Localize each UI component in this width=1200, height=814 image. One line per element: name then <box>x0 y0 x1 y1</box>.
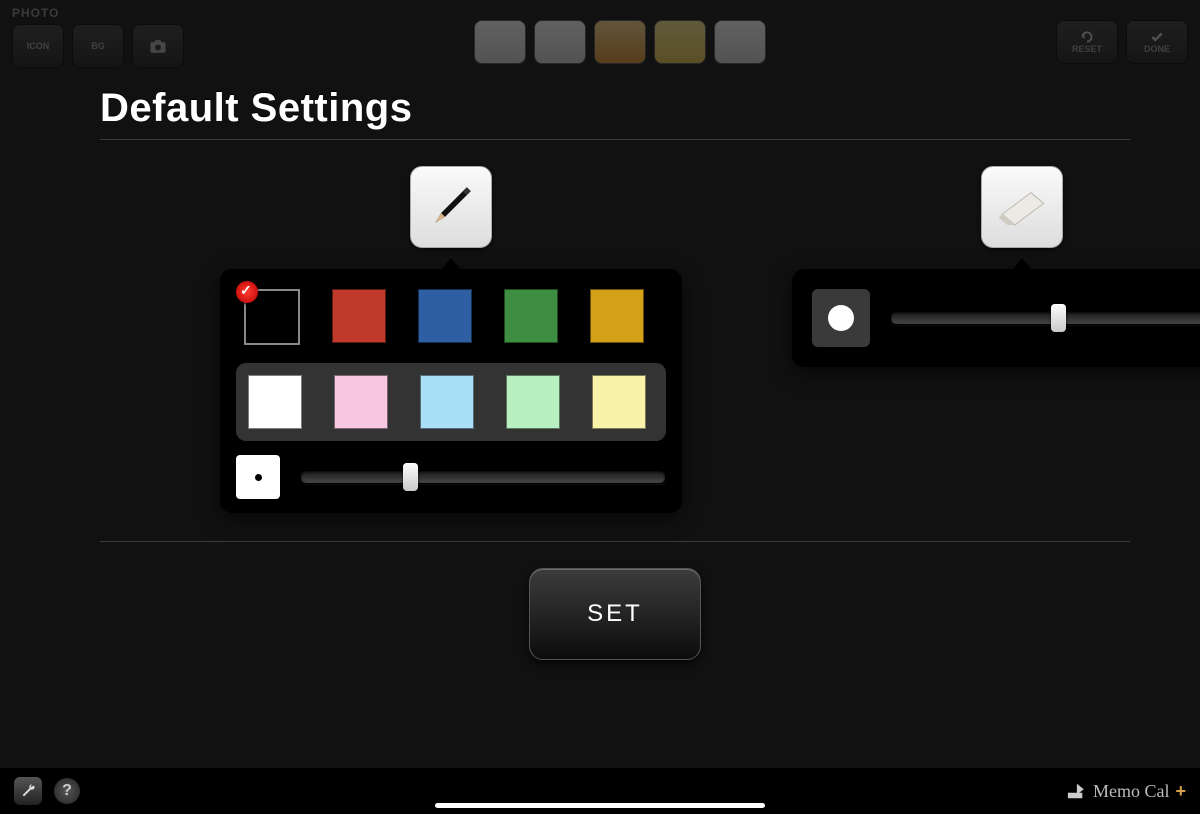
brand: Memo Cal+ <box>1065 781 1186 802</box>
brand-text: Memo Cal <box>1093 781 1170 802</box>
eraser-size-dot <box>828 305 854 331</box>
pen-size-preview <box>236 455 280 499</box>
tool-stamps-button[interactable] <box>594 20 646 64</box>
pen-size-slider[interactable] <box>300 470 666 484</box>
share-icon[interactable] <box>1065 782 1087 800</box>
bg-button[interactable]: BG <box>72 24 124 68</box>
divider <box>100 541 1130 542</box>
color-swatch-lightblue[interactable] <box>420 375 474 429</box>
wrench-icon <box>20 783 36 799</box>
pen-tool-tile[interactable] <box>410 166 492 248</box>
help-button[interactable]: ? <box>54 778 80 804</box>
pen-size-thumb[interactable] <box>403 463 418 491</box>
home-indicator <box>435 803 765 808</box>
eraser-icon <box>995 187 1049 227</box>
pen-settings <box>220 166 682 513</box>
divider <box>100 139 1130 140</box>
default-settings-panel: Default Settings <box>100 86 1130 734</box>
brand-plus: + <box>1175 781 1186 802</box>
top-toolbar: PHOTO ICON BG RESET D <box>0 0 1200 82</box>
check-icon <box>1148 30 1166 44</box>
color-swatch-black[interactable] <box>244 289 300 345</box>
question-icon: ? <box>62 782 72 800</box>
pen-popover <box>220 269 682 513</box>
photo-section-label: PHOTO <box>12 6 184 20</box>
tool-color-button[interactable] <box>714 20 766 64</box>
reset-button[interactable]: RESET <box>1056 20 1118 64</box>
color-swatch-red[interactable] <box>332 289 386 343</box>
done-button[interactable]: DONE <box>1126 20 1188 64</box>
eraser-size-preview <box>812 289 870 347</box>
icon-button[interactable]: ICON <box>12 24 64 68</box>
panel-title: Default Settings <box>100 86 1130 131</box>
pencil-icon <box>411 167 490 246</box>
set-button[interactable]: SET <box>529 568 701 660</box>
eraser-tool-tile[interactable] <box>981 166 1063 248</box>
pen-size-dot <box>255 474 262 481</box>
pen-colors-light <box>236 363 666 441</box>
eraser-popover <box>792 269 1200 367</box>
camera-button[interactable] <box>132 24 184 68</box>
color-swatch-yellow[interactable] <box>590 289 644 343</box>
settings-button[interactable] <box>14 777 42 805</box>
color-swatch-green[interactable] <box>504 289 558 343</box>
color-swatch-white[interactable] <box>248 375 302 429</box>
tool-eraser-button[interactable] <box>534 20 586 64</box>
eraser-size-thumb[interactable] <box>1051 304 1066 332</box>
pen-colors-dark <box>236 283 666 351</box>
eraser-size-slider[interactable] <box>890 311 1200 325</box>
undo-icon <box>1078 30 1096 44</box>
tool-note-button[interactable] <box>654 20 706 64</box>
tool-pencil-button[interactable] <box>474 20 526 64</box>
color-swatch-lightgreen[interactable] <box>506 375 560 429</box>
eraser-settings <box>792 166 1200 367</box>
pen-size-row <box>236 455 666 499</box>
color-swatch-blue[interactable] <box>418 289 472 343</box>
color-swatch-pink[interactable] <box>334 375 388 429</box>
color-swatch-lightyellow[interactable] <box>592 375 646 429</box>
camera-icon <box>149 39 167 53</box>
